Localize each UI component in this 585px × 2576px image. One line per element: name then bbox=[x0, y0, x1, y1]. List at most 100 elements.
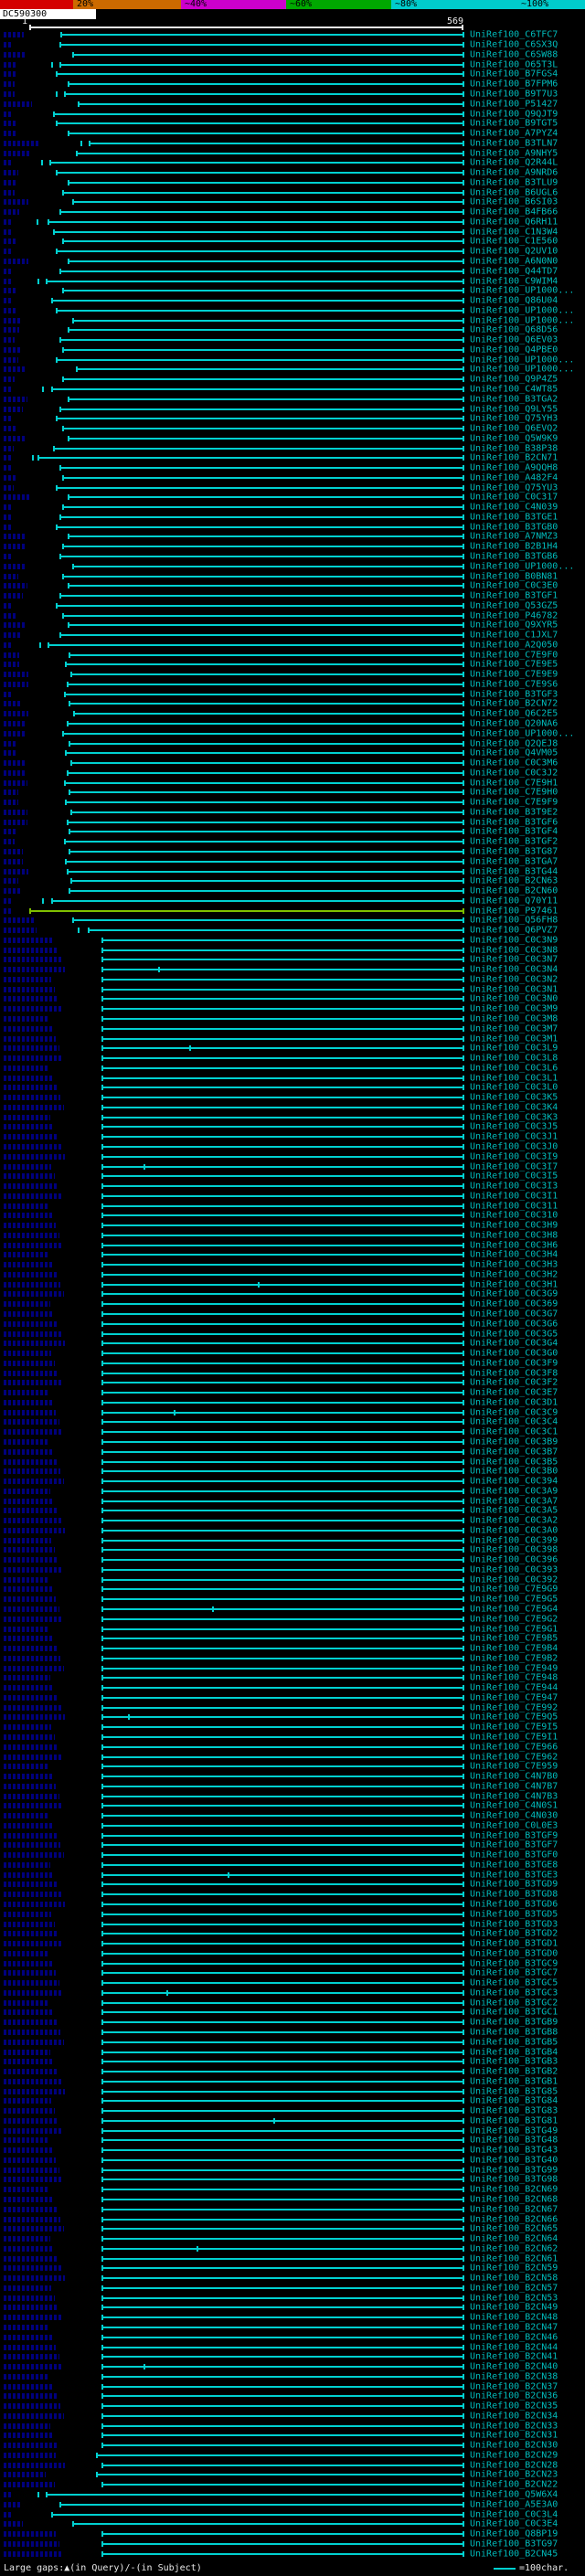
row-left-text bbox=[4, 544, 25, 550]
alignment-tick bbox=[58, 268, 61, 274]
subject-label: UniRef100_C0C3I7 bbox=[470, 1161, 558, 1172]
row-left-text bbox=[4, 1183, 58, 1190]
alignment-tick bbox=[101, 976, 103, 982]
alignment-line bbox=[66, 771, 463, 774]
alignment-line bbox=[61, 428, 463, 430]
alignment-tick bbox=[463, 2206, 464, 2212]
alignment-row: UniRef100_UP1000... bbox=[0, 728, 585, 738]
alignment-tick bbox=[463, 554, 464, 559]
alignment-tick bbox=[71, 917, 74, 924]
alignment-row: UniRef100_B3TGC7 bbox=[0, 1968, 585, 1978]
alignment-tick bbox=[56, 602, 58, 609]
alignment-line bbox=[101, 2424, 463, 2427]
alignment-line bbox=[101, 1529, 463, 1532]
alignment-line bbox=[56, 358, 463, 361]
alignment-tick bbox=[101, 1065, 103, 1071]
alignment-tick bbox=[101, 1183, 103, 1190]
alignment-tick bbox=[463, 1153, 464, 1160]
alignment-tick bbox=[58, 61, 61, 68]
row-left-text bbox=[4, 209, 19, 216]
alignment-line bbox=[101, 1982, 463, 1985]
alignment-row: UniRef100_Q6RH11 bbox=[0, 217, 585, 227]
alignment-tick bbox=[463, 1941, 464, 1947]
alignment-tick bbox=[463, 150, 464, 156]
row-left-text bbox=[4, 1911, 51, 1917]
row-left-text bbox=[4, 1832, 57, 1839]
alignment-tick bbox=[101, 1390, 103, 1396]
alignment-row: UniRef100_B3TGD2 bbox=[0, 1929, 585, 1939]
alignment-tick bbox=[66, 769, 69, 776]
alignment-tick bbox=[463, 1665, 464, 1671]
alignment-row: UniRef100_C0C3M6 bbox=[0, 758, 585, 769]
alignment-tick bbox=[463, 1380, 464, 1386]
alignment-line bbox=[66, 870, 463, 873]
alignment-line bbox=[101, 2277, 463, 2280]
alignment-tick bbox=[56, 170, 58, 176]
alignment-tick bbox=[463, 1429, 464, 1436]
subject-label: UniRef100_C0C392 bbox=[470, 1574, 558, 1585]
alignment-line bbox=[101, 2110, 463, 2113]
alignment-row: UniRef100_C0C310 bbox=[0, 1211, 585, 1221]
alignment-line bbox=[67, 133, 463, 135]
alignment-tick bbox=[463, 1143, 464, 1150]
subject-label: UniRef100_C7E9G2 bbox=[470, 1614, 558, 1625]
alignment-line bbox=[101, 2149, 463, 2152]
row-left-text bbox=[4, 1842, 60, 1849]
alignment-tick bbox=[101, 2422, 103, 2429]
alignment-tick bbox=[56, 524, 58, 530]
row-left-text bbox=[4, 1488, 50, 1494]
alignment-tick bbox=[101, 957, 103, 963]
alignment-line bbox=[101, 1883, 463, 1886]
alignment-tick bbox=[70, 672, 73, 678]
subject-label: UniRef100_UP1000... bbox=[470, 285, 575, 296]
alignment-tick bbox=[101, 967, 103, 973]
row-left-text bbox=[4, 1153, 65, 1160]
alignment-row: UniRef100_C0C3N7 bbox=[0, 955, 585, 965]
alignment-tick bbox=[101, 1744, 103, 1750]
alignment-tick bbox=[32, 455, 35, 461]
subject-label: UniRef100_C4N0S1 bbox=[470, 1800, 558, 1811]
subject-label: UniRef100_B7FGS4 bbox=[470, 69, 558, 80]
subject-label: UniRef100_C6SX3Q bbox=[470, 39, 558, 50]
alignment-tick bbox=[463, 2393, 464, 2400]
alignment-line bbox=[52, 447, 463, 450]
alignment-line bbox=[101, 959, 463, 961]
alignment-tick bbox=[463, 1320, 464, 1327]
subject-label: UniRef100_B3TGF4 bbox=[470, 826, 558, 837]
subject-label: UniRef100_B3TGF2 bbox=[470, 836, 558, 847]
alignment-line bbox=[67, 398, 463, 400]
alignment-line bbox=[101, 2414, 463, 2417]
alignment-tick bbox=[101, 1301, 103, 1308]
alignment-row: UniRef100_C0C3B7 bbox=[0, 1447, 585, 1457]
alignment-row: UniRef100_Q2R44L bbox=[0, 158, 585, 168]
alignment-tick bbox=[71, 51, 74, 58]
alignment-tick bbox=[463, 1242, 464, 1248]
subject-label: UniRef100_B3TG81 bbox=[470, 2115, 558, 2126]
alignment-tick bbox=[51, 61, 54, 68]
alignment-line bbox=[101, 2071, 463, 2073]
alignment-tick bbox=[463, 1636, 464, 1642]
alignment-tick bbox=[463, 1055, 464, 1062]
alignment-tick bbox=[463, 346, 464, 353]
row-left-text bbox=[4, 1744, 58, 1750]
alignment-tick bbox=[101, 1694, 103, 1701]
subject-label: UniRef100_C1JXL7 bbox=[470, 630, 558, 641]
row-left-text bbox=[4, 2157, 56, 2163]
alignment-row: UniRef100_C0C3A7 bbox=[0, 1496, 585, 1506]
subject-label: UniRef100_Q6PVZ7 bbox=[470, 925, 558, 936]
alignment-tick bbox=[463, 1281, 464, 1288]
alignment-row: UniRef100_B3TG84 bbox=[0, 2096, 585, 2106]
alignment-row: UniRef100_B3TG81 bbox=[0, 2115, 585, 2126]
row-left-text bbox=[4, 1351, 51, 1357]
alignment-tick bbox=[463, 652, 464, 658]
alignment-tick bbox=[101, 1576, 103, 1583]
alignment-line bbox=[101, 1008, 463, 1011]
row-left-text bbox=[4, 2412, 64, 2419]
alignment-tick bbox=[463, 1419, 464, 1426]
subject-label: UniRef100_C7E9G5 bbox=[470, 1594, 558, 1605]
alignment-tick bbox=[68, 790, 70, 796]
alignment-tick bbox=[101, 2069, 103, 2075]
subject-label: UniRef100_C0C3A0 bbox=[470, 1525, 558, 1536]
alignment-row: UniRef100_C7E9B2 bbox=[0, 1653, 585, 1663]
alignment-tick bbox=[463, 691, 464, 697]
